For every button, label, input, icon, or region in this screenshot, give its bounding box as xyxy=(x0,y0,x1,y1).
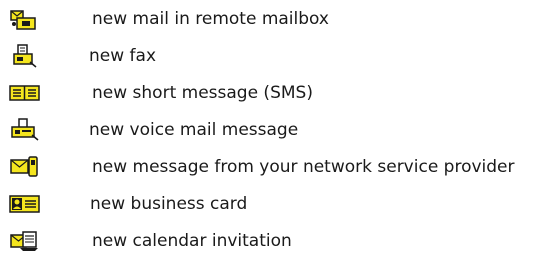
legend-label: new fax xyxy=(89,46,157,66)
legend-label: new mail in remote mailbox xyxy=(92,9,329,29)
calendar-invitation-icon xyxy=(8,227,42,255)
business-card-icon xyxy=(8,190,42,218)
legend-label: new short message (SMS) xyxy=(92,83,313,103)
remote-mailbox-icon xyxy=(8,5,42,33)
legend-label: new voice mail message xyxy=(89,120,299,140)
service-message-icon xyxy=(8,153,42,181)
icon-legend: new mail in remote mailbox new fax new s… xyxy=(0,0,553,268)
legend-row-calendar-invitation: new calendar invitation xyxy=(0,227,553,255)
legend-label: new calendar invitation xyxy=(92,231,292,251)
legend-row-sms: new short message (SMS) xyxy=(0,79,553,107)
legend-label: new business card xyxy=(90,194,248,214)
legend-row-fax: new fax xyxy=(0,42,553,70)
legend-row-voice-mail: new voice mail message xyxy=(0,116,553,144)
legend-row-business-card: new business card xyxy=(0,190,553,218)
sms-icon xyxy=(8,79,42,107)
legend-row-remote-mail: new mail in remote mailbox xyxy=(0,5,553,33)
legend-row-service-message: new message from your network service pr… xyxy=(0,153,553,181)
voice-mail-icon xyxy=(8,116,42,144)
legend-label: new message from your network service pr… xyxy=(92,157,515,177)
fax-icon xyxy=(8,42,42,70)
